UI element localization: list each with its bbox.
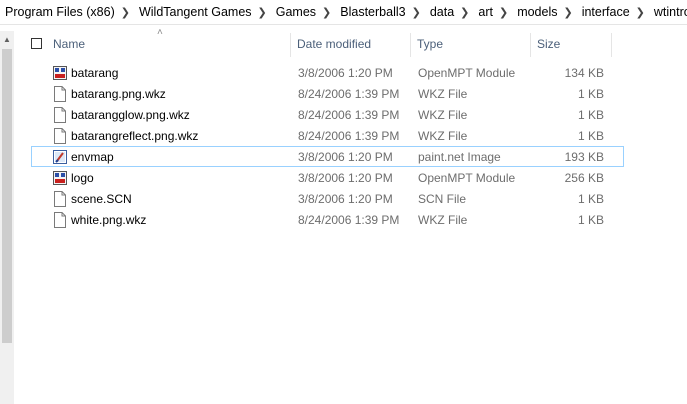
file-date-modified: 8/24/2006 1:39 PM — [298, 87, 400, 101]
column-header-row: ˄ Name Date modified Type Size — [14, 27, 687, 57]
file-size: 1 KB — [577, 108, 604, 122]
chevron-right-icon[interactable]: ❯ — [118, 6, 134, 19]
file-date-modified: 8/24/2006 1:39 PM — [298, 108, 400, 122]
file-type: OpenMPT Module — [418, 171, 516, 185]
file-row[interactable]: white.png.wkz 8/24/2006 1:39 PM WKZ File 1 … — [31, 209, 624, 230]
blank-file-icon — [53, 212, 67, 228]
column-header-name[interactable]: Name — [53, 37, 85, 51]
chevron-right-icon[interactable]: ❯ — [560, 6, 576, 19]
breadcrumb-item[interactable]: wtintro — [649, 5, 687, 19]
file-type: WKZ File — [418, 129, 468, 143]
file-name: batarangglow.png.wkz — [71, 108, 190, 122]
file-type: OpenMPT Module — [418, 66, 516, 80]
blank-file-icon — [53, 86, 67, 102]
chevron-right-icon[interactable]: ❯ — [633, 6, 649, 19]
breadcrumb-item[interactable]: interface — [577, 5, 633, 19]
file-type: WKZ File — [418, 108, 468, 122]
openmpt-module-icon — [53, 170, 67, 186]
file-type: WKZ File — [418, 87, 468, 101]
breadcrumb-item[interactable]: Program Files (x86) — [0, 5, 118, 19]
breadcrumb-item[interactable]: Games — [271, 5, 319, 19]
column-header-size[interactable]: Size — [537, 37, 560, 51]
chevron-right-icon[interactable]: ❯ — [457, 6, 473, 19]
blank-file-icon — [53, 107, 67, 123]
file-list: batarang 3/8/2006 1:20 PM OpenMPT Module 13… — [14, 62, 687, 230]
blank-file-icon — [53, 191, 67, 207]
file-date-modified: 3/8/2006 1:20 PM — [298, 66, 393, 80]
file-name: white.png.wkz — [71, 213, 147, 227]
file-name: batarang.png.wkz — [71, 87, 166, 101]
sort-ascending-icon: ˄ — [157, 27, 163, 38]
file-size: 1 KB — [577, 87, 604, 101]
breadcrumb-item[interactable]: WildTangent Games — [134, 5, 255, 19]
blank-file-icon — [53, 128, 67, 144]
file-name: logo — [71, 171, 94, 185]
scrollbar-thumb[interactable] — [2, 49, 12, 343]
breadcrumb-item[interactable]: data — [425, 5, 457, 19]
file-name: envmap — [71, 150, 114, 164]
chevron-right-icon[interactable]: ❯ — [496, 6, 512, 19]
file-row[interactable]: batarangglow.png.wkz 8/24/2006 1:39 PM WKZ… — [31, 104, 624, 125]
column-header-type[interactable]: Type — [417, 37, 443, 51]
breadcrumb-item[interactable]: Blasterball3 — [335, 5, 408, 19]
file-date-modified: 8/24/2006 1:39 PM — [298, 129, 400, 143]
openmpt-module-icon — [53, 65, 67, 81]
file-row[interactable]: logo 3/8/2006 1:20 PM OpenMPT Module 256 KB — [31, 167, 624, 188]
file-type: paint.net Image — [418, 150, 501, 164]
file-size: 134 KB — [564, 66, 604, 80]
breadcrumb-item[interactable]: models — [512, 5, 560, 19]
file-date-modified: 8/24/2006 1:39 PM — [298, 213, 400, 227]
file-row[interactable]: batarang.png.wkz 8/24/2006 1:39 PM WKZ Fil… — [31, 83, 624, 104]
file-size: 256 KB — [564, 171, 604, 185]
column-divider[interactable] — [611, 33, 612, 57]
column-header-date[interactable]: Date modified — [297, 37, 371, 51]
file-size: 193 KB — [564, 150, 604, 164]
file-name: scene.SCN — [71, 192, 132, 206]
file-type: WKZ File — [418, 213, 468, 227]
file-name: batarang — [71, 66, 119, 80]
file-date-modified: 3/8/2006 1:20 PM — [298, 150, 393, 164]
scroll-up-arrow-icon[interactable]: ▲ — [0, 31, 14, 48]
chevron-right-icon[interactable]: ❯ — [255, 6, 271, 19]
select-all-checkbox[interactable] — [31, 38, 42, 49]
file-row[interactable]: batarangreflect.png.wkz 8/24/2006 1:39 PM… — [31, 125, 624, 146]
file-size: 1 KB — [577, 129, 604, 143]
chevron-right-icon[interactable]: ❯ — [319, 6, 335, 19]
file-type: SCN File — [418, 192, 467, 206]
column-divider[interactable] — [290, 33, 291, 57]
file-row[interactable]: batarang 3/8/2006 1:20 PM OpenMPT Module 13… — [31, 62, 624, 83]
file-date-modified: 3/8/2006 1:20 PM — [298, 192, 393, 206]
column-divider[interactable] — [530, 33, 531, 57]
vertical-scrollbar[interactable]: ▲ — [0, 31, 14, 404]
file-size: 1 KB — [577, 192, 604, 206]
file-row[interactable]: envmap 3/8/2006 1:20 PM paint.net Image 193… — [31, 146, 624, 167]
address-breadcrumb[interactable]: Program Files (x86) ❯ WildTangent Games … — [0, 0, 687, 25]
breadcrumb-item[interactable]: art — [473, 5, 496, 19]
paintnet-image-icon — [53, 149, 67, 165]
file-date-modified: 3/8/2006 1:20 PM — [298, 171, 393, 185]
chevron-right-icon[interactable]: ❯ — [409, 6, 425, 19]
column-divider[interactable] — [410, 33, 411, 57]
file-name: batarangreflect.png.wkz — [71, 129, 199, 143]
file-size: 1 KB — [577, 213, 604, 227]
file-row[interactable]: scene.SCN 3/8/2006 1:20 PM SCN File 1 KB — [31, 188, 624, 209]
